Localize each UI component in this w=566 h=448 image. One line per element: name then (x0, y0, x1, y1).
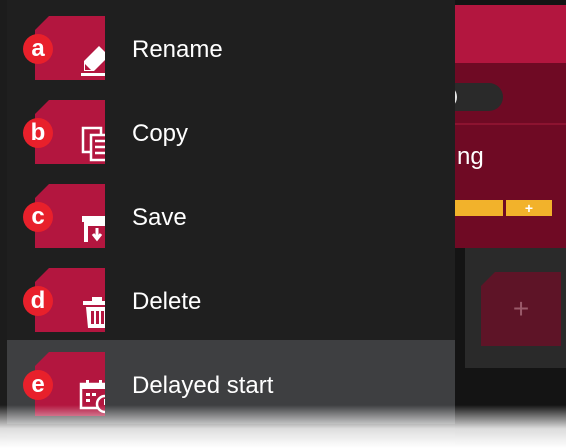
trash-icon (83, 297, 105, 328)
menu-item-badge: c (23, 202, 53, 232)
background-app: ng + + (433, 0, 566, 448)
menu-item-delete[interactable]: d Delete (7, 256, 455, 340)
menu-item-badge: b (23, 118, 53, 148)
background-partial-label: ng (457, 143, 484, 170)
bottom-fade (0, 405, 566, 448)
menu-item-badge: e (23, 370, 53, 400)
menu-item-label: Copy (132, 120, 189, 147)
menu-item-label: Rename (132, 36, 223, 63)
menu-item-copy[interactable]: b Copy (7, 88, 455, 172)
background-divider (455, 123, 566, 125)
menu-item-rename[interactable]: a Rename (7, 4, 455, 88)
background-progress-bar (455, 200, 503, 216)
context-menu: a Rename b Copy c Save d Delete e Delaye… (7, 0, 455, 448)
background-plus-button[interactable]: + (506, 200, 552, 216)
add-icon: + (512, 293, 530, 324)
menu-item-label: Delete (132, 288, 202, 315)
background-add-tile[interactable]: + (481, 272, 561, 346)
menu-item-label: Save (132, 204, 187, 231)
background-header (455, 5, 566, 63)
rename-pencil-icon (81, 46, 105, 76)
background-tile-area: + (465, 248, 566, 368)
menu-item-save[interactable]: c Save (7, 172, 455, 256)
menu-item-badge: a (23, 34, 53, 64)
menu-item-badge: d (23, 286, 53, 316)
save-icon (82, 216, 105, 242)
background-panel: ng + (433, 63, 566, 248)
copy-icon (81, 126, 105, 162)
